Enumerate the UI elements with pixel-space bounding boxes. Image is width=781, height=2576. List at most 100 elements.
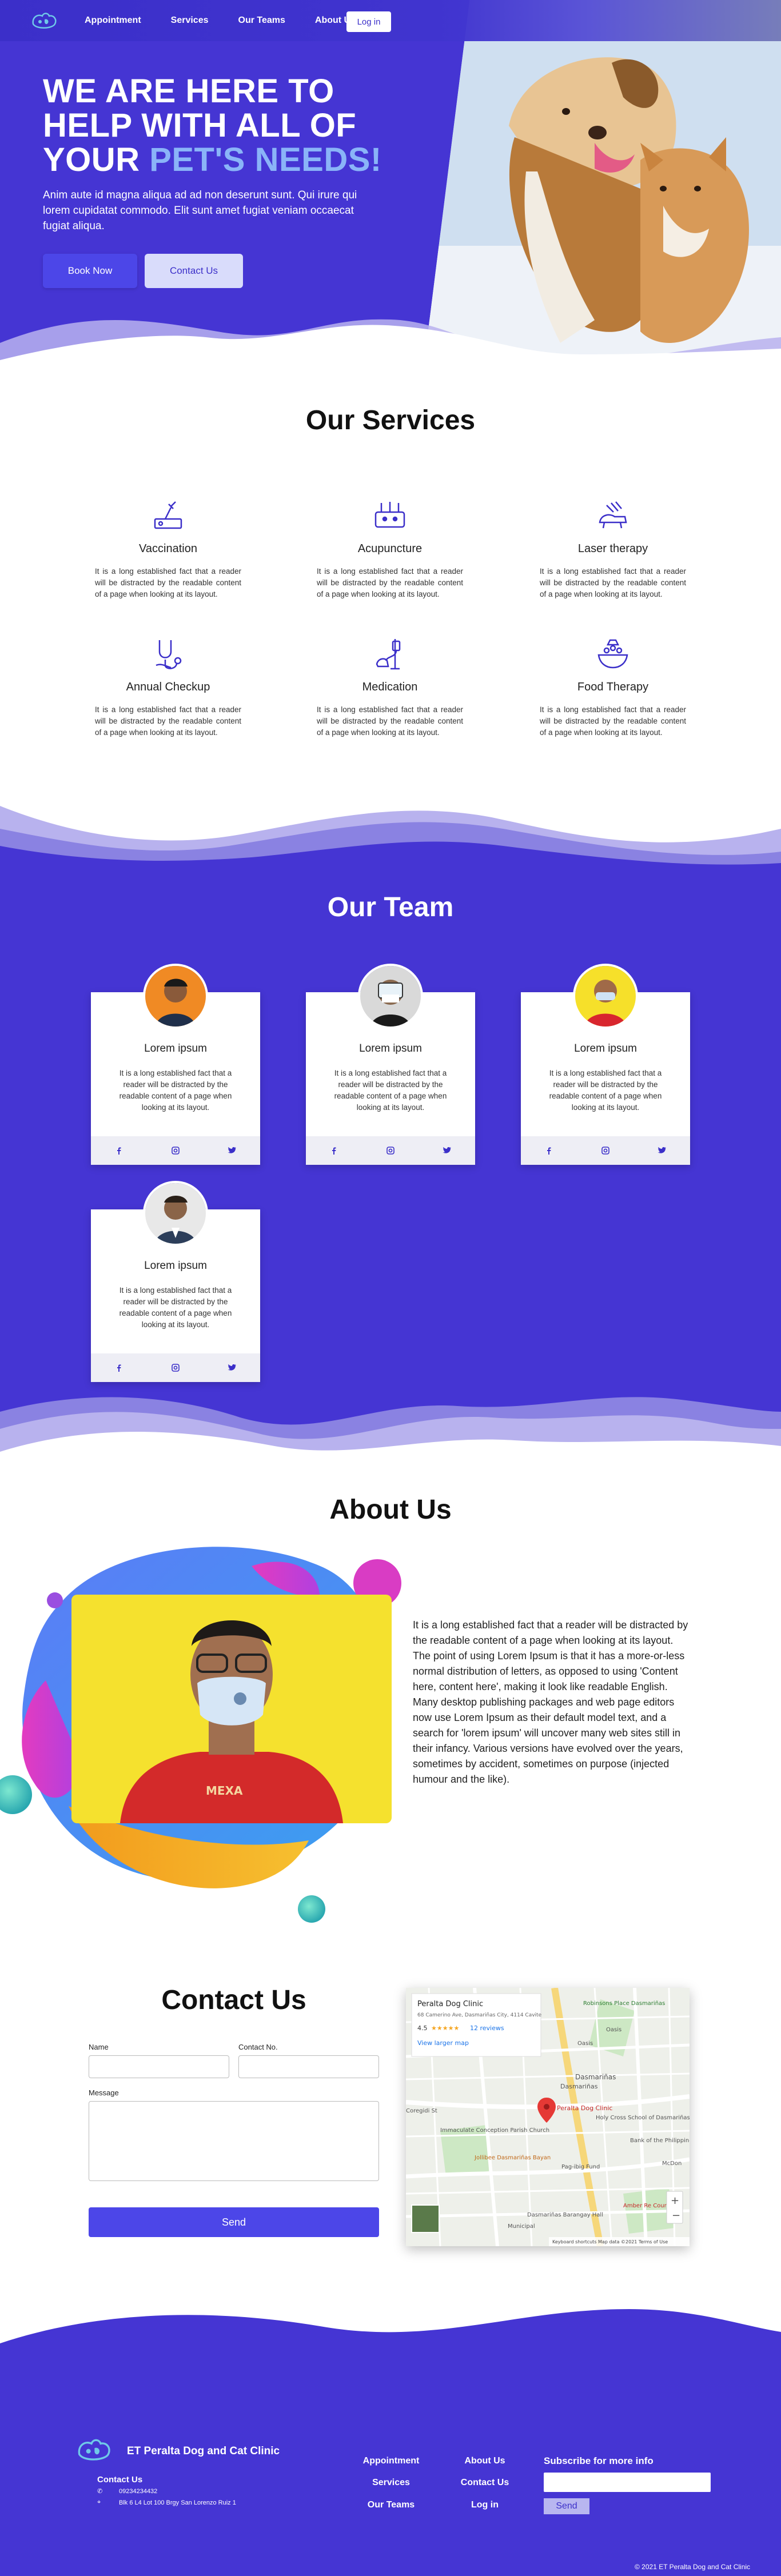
team-top-wave [0,794,781,874]
service-description: It is a long established fact that a rea… [317,567,463,598]
iv-drip-icon [376,639,401,670]
service-description: It is a long established fact that a rea… [540,567,686,598]
service-name: Food Therapy [577,681,649,693]
rating-stars-icon: ★★★★★ [431,2024,459,2032]
map-label: Dasmariñas Barangay Hall [527,2212,603,2218]
footer-link-services[interactable]: Services [357,2478,425,2488]
contact-number-label: Contact No. [238,2043,278,2051]
subscribe-send-button[interactable]: Send [544,2498,589,2514]
facebook-icon[interactable] [113,1144,125,1157]
hero-title-accent: PET'S NEEDS! [149,141,382,178]
footer-logo-icon[interactable] [73,2436,114,2463]
footer-top-wave [0,2309,781,2372]
subscribe-heading: Subscribe for more info [544,2455,654,2466]
instagram-icon[interactable] [599,1144,612,1157]
footer-link-our-teams[interactable]: Our Teams [357,2500,425,2510]
footer [0,2361,781,2576]
team-member-card: Lorem ipsum It is a long established fac… [91,964,260,1165]
twitter-icon[interactable] [656,1144,668,1157]
service-annual-checkup: Annual Checkup It is a long established … [95,634,241,738]
hero-description: Anim aute id magna aliqua ad ad non dese… [43,189,357,232]
service-name: Vaccination [139,542,197,555]
map-rating: 4.5 [417,2024,428,2032]
phone-icon: ✆ [97,2488,103,2495]
twitter-icon[interactable] [441,1144,453,1157]
clinic-logo-icon[interactable] [30,10,58,31]
hero-wave-divider [0,319,781,377]
service-description: It is a long established fact that a rea… [95,705,241,737]
service-name: Acupuncture [357,542,423,555]
footer-address: Blk 6 L4 Lot 100 Brgy San Lorenzo Ruiz 1 [119,2499,236,2506]
copyright: © 2021 ET Peralta Dog and Cat Clinic [635,2563,751,2571]
social-links [306,1136,475,1165]
instagram-icon[interactable] [169,1144,182,1157]
map-label: Amber Re County [623,2203,674,2209]
map-label: Immaculate Conception Parish Church [440,2127,549,2134]
nav-appointment[interactable]: Appointment [85,15,141,26]
map-label: Pag-ibig Fund [561,2164,600,2170]
message-label: Message [89,2088,119,2097]
svg-text:MEXA: MEXA [206,1784,243,1798]
instagram-icon[interactable] [384,1144,397,1157]
hero-title-line1: WE ARE HERE TO [43,73,334,110]
footer-link-log-in[interactable]: Log in [451,2500,519,2510]
acupuncture-icon [374,502,405,528]
team-member-bio: It is a long established fact that a rea… [119,1069,232,1112]
service-laser-therapy: Laser therapy It is a long established f… [540,496,686,600]
hero-title-line3: YOUR [43,141,150,178]
map-label: Dasmariñas [575,2073,616,2081]
services-title: Our Services [305,405,476,436]
map-place-name: Peralta Dog Clinic [417,2000,483,2008]
nav-services[interactable]: Services [171,15,209,26]
send-button[interactable]: Send [89,2207,379,2237]
team-member-name: Lorem ipsum [144,1260,207,1272]
book-now-button[interactable]: Book Now [43,254,137,288]
location-pin-icon: ⌖ [97,2499,101,2506]
pet-food-bowl-icon [597,639,628,669]
stethoscope-icon [156,640,182,669]
map-label: Bank of the Philippines [630,2138,690,2144]
nav-links: Appointment Services Our Teams About Us [85,0,385,41]
avatar [358,964,423,1029]
footer-phone: 09234234432 [119,2488,158,2495]
contact-title: Contact Us [161,1985,306,2015]
map-footer: Keyboard shortcuts Map data ©2021 Terms … [552,2239,668,2244]
subscribe-email-input[interactable] [544,2473,711,2492]
team-member-name: Lorem ipsum [574,1043,637,1055]
laser-therapy-icon [599,501,627,529]
footer-link-contact-us[interactable]: Contact Us [451,2478,519,2488]
map-address: 68 Camerino Ave, Dasmariñas City, 4114 C… [417,2012,542,2018]
map-label: Coregidi St [406,2108,437,2114]
facebook-icon[interactable] [543,1144,555,1157]
team-member-name: Lorem ipsum [144,1043,207,1055]
name-input[interactable] [89,2055,229,2078]
hero-title-line2: HELP WITH ALL OF [43,107,357,144]
map-label: Holy Cross School of Dasmariñas [596,2115,690,2121]
contact-us-button[interactable]: Contact Us [145,254,243,288]
login-button[interactable]: Log in [346,11,391,32]
map-label: Oasis [606,2027,621,2033]
embedded-map[interactable]: Peralta Dog Clinic Dasmariñas Dasmariñas… [406,1988,690,2246]
twitter-icon[interactable] [226,1144,238,1157]
contact-number-input[interactable] [238,2055,379,2078]
social-links [91,1353,260,1382]
service-name: Medication [362,681,418,693]
avatar [143,964,208,1029]
footer-link-appointment[interactable]: Appointment [357,2456,425,2466]
service-name: Laser therapy [577,542,648,555]
service-name: Annual Checkup [126,681,210,693]
twitter-icon[interactable] [226,1361,238,1374]
instagram-icon[interactable] [169,1361,182,1374]
team-member-card: Lorem ipsum It is a long established fac… [521,964,690,1165]
team-member-bio: It is a long established fact that a rea… [119,1286,232,1329]
footer-contact-heading: Contact Us [97,2475,143,2485]
map-label: Oasis [577,2040,593,2047]
footer-link-about-us[interactable]: About Us [451,2456,519,2466]
facebook-icon[interactable] [328,1144,340,1157]
service-description: It is a long established fact that a rea… [540,705,686,737]
facebook-icon[interactable] [113,1361,125,1374]
about-description: It is a long established fact that a rea… [413,1619,688,1785]
nav-our-teams[interactable]: Our Teams [238,15,285,26]
message-textarea[interactable] [89,2101,379,2181]
map-label: McDon [662,2160,682,2167]
